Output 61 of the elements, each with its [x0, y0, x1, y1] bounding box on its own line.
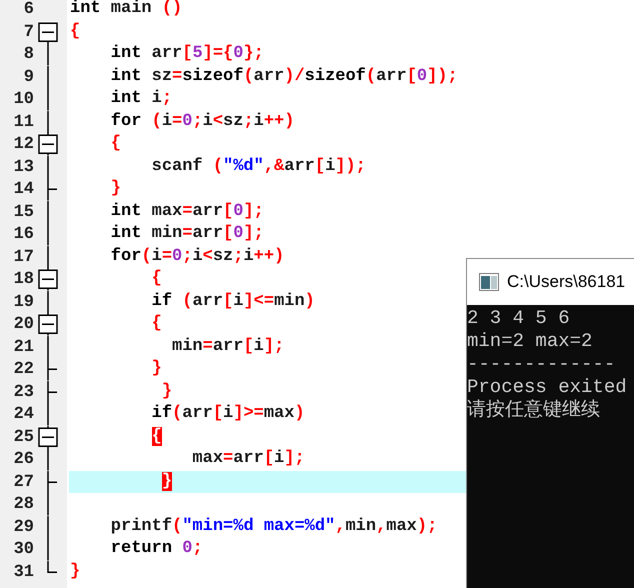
code-line: { — [150, 268, 162, 290]
line-number: 17 — [14, 248, 34, 266]
line-number: 14 — [14, 180, 34, 199]
fold-toggle-icon[interactable] — [38, 20, 58, 43]
line-number: 21 — [14, 338, 34, 356]
fold-toggle-icon[interactable] — [38, 313, 58, 336]
code-line: min=arr[i]; — [171, 336, 284, 358]
code-line: { — [69, 20, 80, 42]
line-number: 30 — [14, 540, 34, 559]
line-number: 18 — [14, 270, 34, 289]
code-line: for(i=0;i<sz;i++) — [110, 246, 284, 268]
line-number: 22 — [14, 360, 34, 379]
console-output-line: ------------- — [467, 353, 616, 376]
console-title: C:\Users\86181 — [507, 271, 626, 294]
fold-toggle-icon[interactable] — [38, 268, 58, 290]
code-line: } — [110, 178, 122, 200]
code-line: int max=arr[0]; — [110, 200, 264, 222]
line-number: 9 — [24, 68, 34, 86]
code-line: printf("min=%d max=%d",min,max); — [110, 516, 438, 538]
line-number: 11 — [14, 112, 34, 132]
line-number: 23 — [14, 382, 34, 402]
line-number: 28 — [14, 495, 34, 514]
code-line: max=arr[i]; — [191, 448, 305, 470]
line-number: 25 — [14, 428, 34, 446]
console-output-line: 2 3 4 5 6 — [467, 307, 570, 330]
code-line: { — [150, 313, 162, 335]
code-line: } — [69, 560, 80, 582]
console-app-icon — [479, 273, 499, 291]
console-output-line: min=2 max=2 — [467, 330, 592, 353]
line-number: 12 — [14, 135, 34, 154]
line-number: 20 — [14, 315, 34, 334]
fold-toggle-icon[interactable] — [38, 133, 58, 156]
code-line: return 0; — [110, 538, 203, 560]
code-line: int i; — [110, 88, 172, 110]
code-line: } — [150, 358, 162, 380]
line-number: 27 — [14, 472, 34, 492]
code-line: int arr[5]={0}; — [110, 43, 264, 65]
line-number: 24 — [14, 405, 34, 424]
code-line: if (arr[i]<=min) — [150, 290, 315, 312]
console-output-line: Process exited — [467, 376, 627, 399]
code-line: int sz=sizeof(arr)/sizeof(arr[0]); — [110, 66, 458, 88]
line-number: 15 — [14, 202, 34, 222]
line-number: 8 — [24, 45, 34, 64]
line-number: 16 — [14, 225, 34, 244]
line-number: 13 — [14, 158, 34, 176]
code-line: } — [160, 380, 172, 402]
code-line: for (i=0;i<sz;i++) — [110, 110, 294, 132]
line-number: 6 — [24, 0, 34, 19]
code-line: int min=arr[0]; — [110, 223, 264, 245]
fold-toggle-icon[interactable] — [38, 426, 58, 448]
line-number: 10 — [14, 90, 34, 109]
line-number: 19 — [14, 292, 34, 312]
code-line: scanf ("%d",&arr[i]); — [150, 156, 366, 178]
line-number: 29 — [14, 518, 34, 536]
console-output-line: 请按任意键继续 — [467, 399, 600, 422]
code-line: if(arr[i]>=max) — [150, 403, 305, 425]
line-number: 7 — [24, 22, 34, 42]
line-number: 26 — [14, 450, 34, 469]
code-line: { — [110, 133, 122, 155]
line-number: 31 — [14, 562, 34, 582]
code-line: int main () — [69, 0, 182, 20]
